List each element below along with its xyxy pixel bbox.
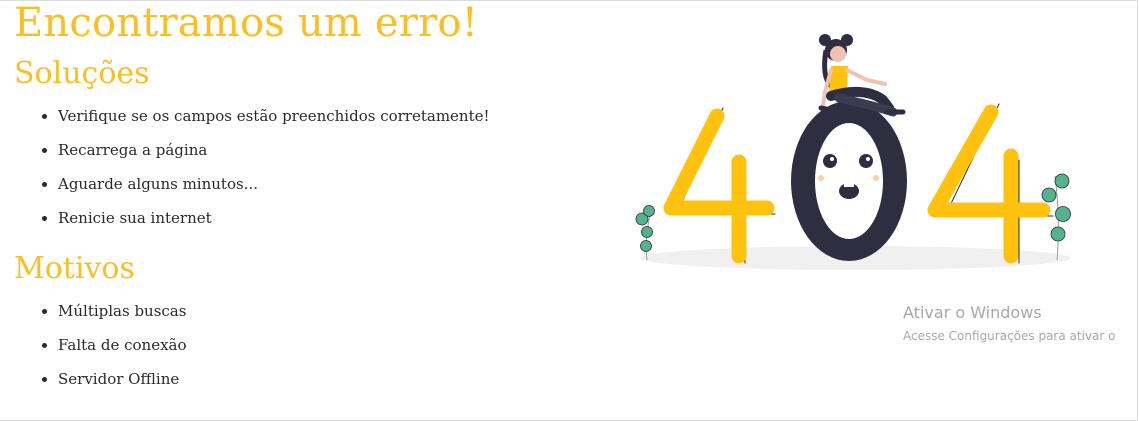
- error-content: Encontramos um erro! Soluções Verifique …: [14, 0, 614, 396]
- plant-left-icon: [635, 205, 655, 261]
- list-item: Recarrega a página: [58, 133, 614, 167]
- list-item: Servidor Offline: [58, 362, 614, 396]
- list-item: Múltiplas buscas: [58, 294, 614, 328]
- list-item: Verifique se os campos estão preenchidos…: [58, 99, 614, 133]
- watermark-subtitle: Acesse Configurações para ativar o: [903, 329, 1116, 343]
- page-title: Encontramos um erro!: [14, 0, 478, 46]
- reasons-heading: Motivos: [14, 251, 135, 286]
- plant-right-icon: [1041, 173, 1071, 261]
- zero-character-icon: [791, 101, 907, 261]
- list-item: Falta de conexão: [58, 328, 614, 362]
- watermark-title: Ativar o Windows: [903, 303, 1042, 322]
- girl-character-icon: [818, 34, 906, 117]
- 404-illustration: [625, 28, 1085, 278]
- list-item: Aguarde alguns minutos...: [58, 167, 614, 201]
- list-item: Renicie sua internet: [58, 201, 614, 235]
- solutions-list: Verifique se os campos estão preenchidos…: [14, 99, 614, 235]
- reasons-list: Múltiplas buscas Falta de conexão Servid…: [14, 294, 614, 396]
- solutions-heading: Soluções: [14, 56, 150, 91]
- windows-activation-watermark: Ativar o Windows Acesse Configurações pa…: [903, 302, 1139, 345]
